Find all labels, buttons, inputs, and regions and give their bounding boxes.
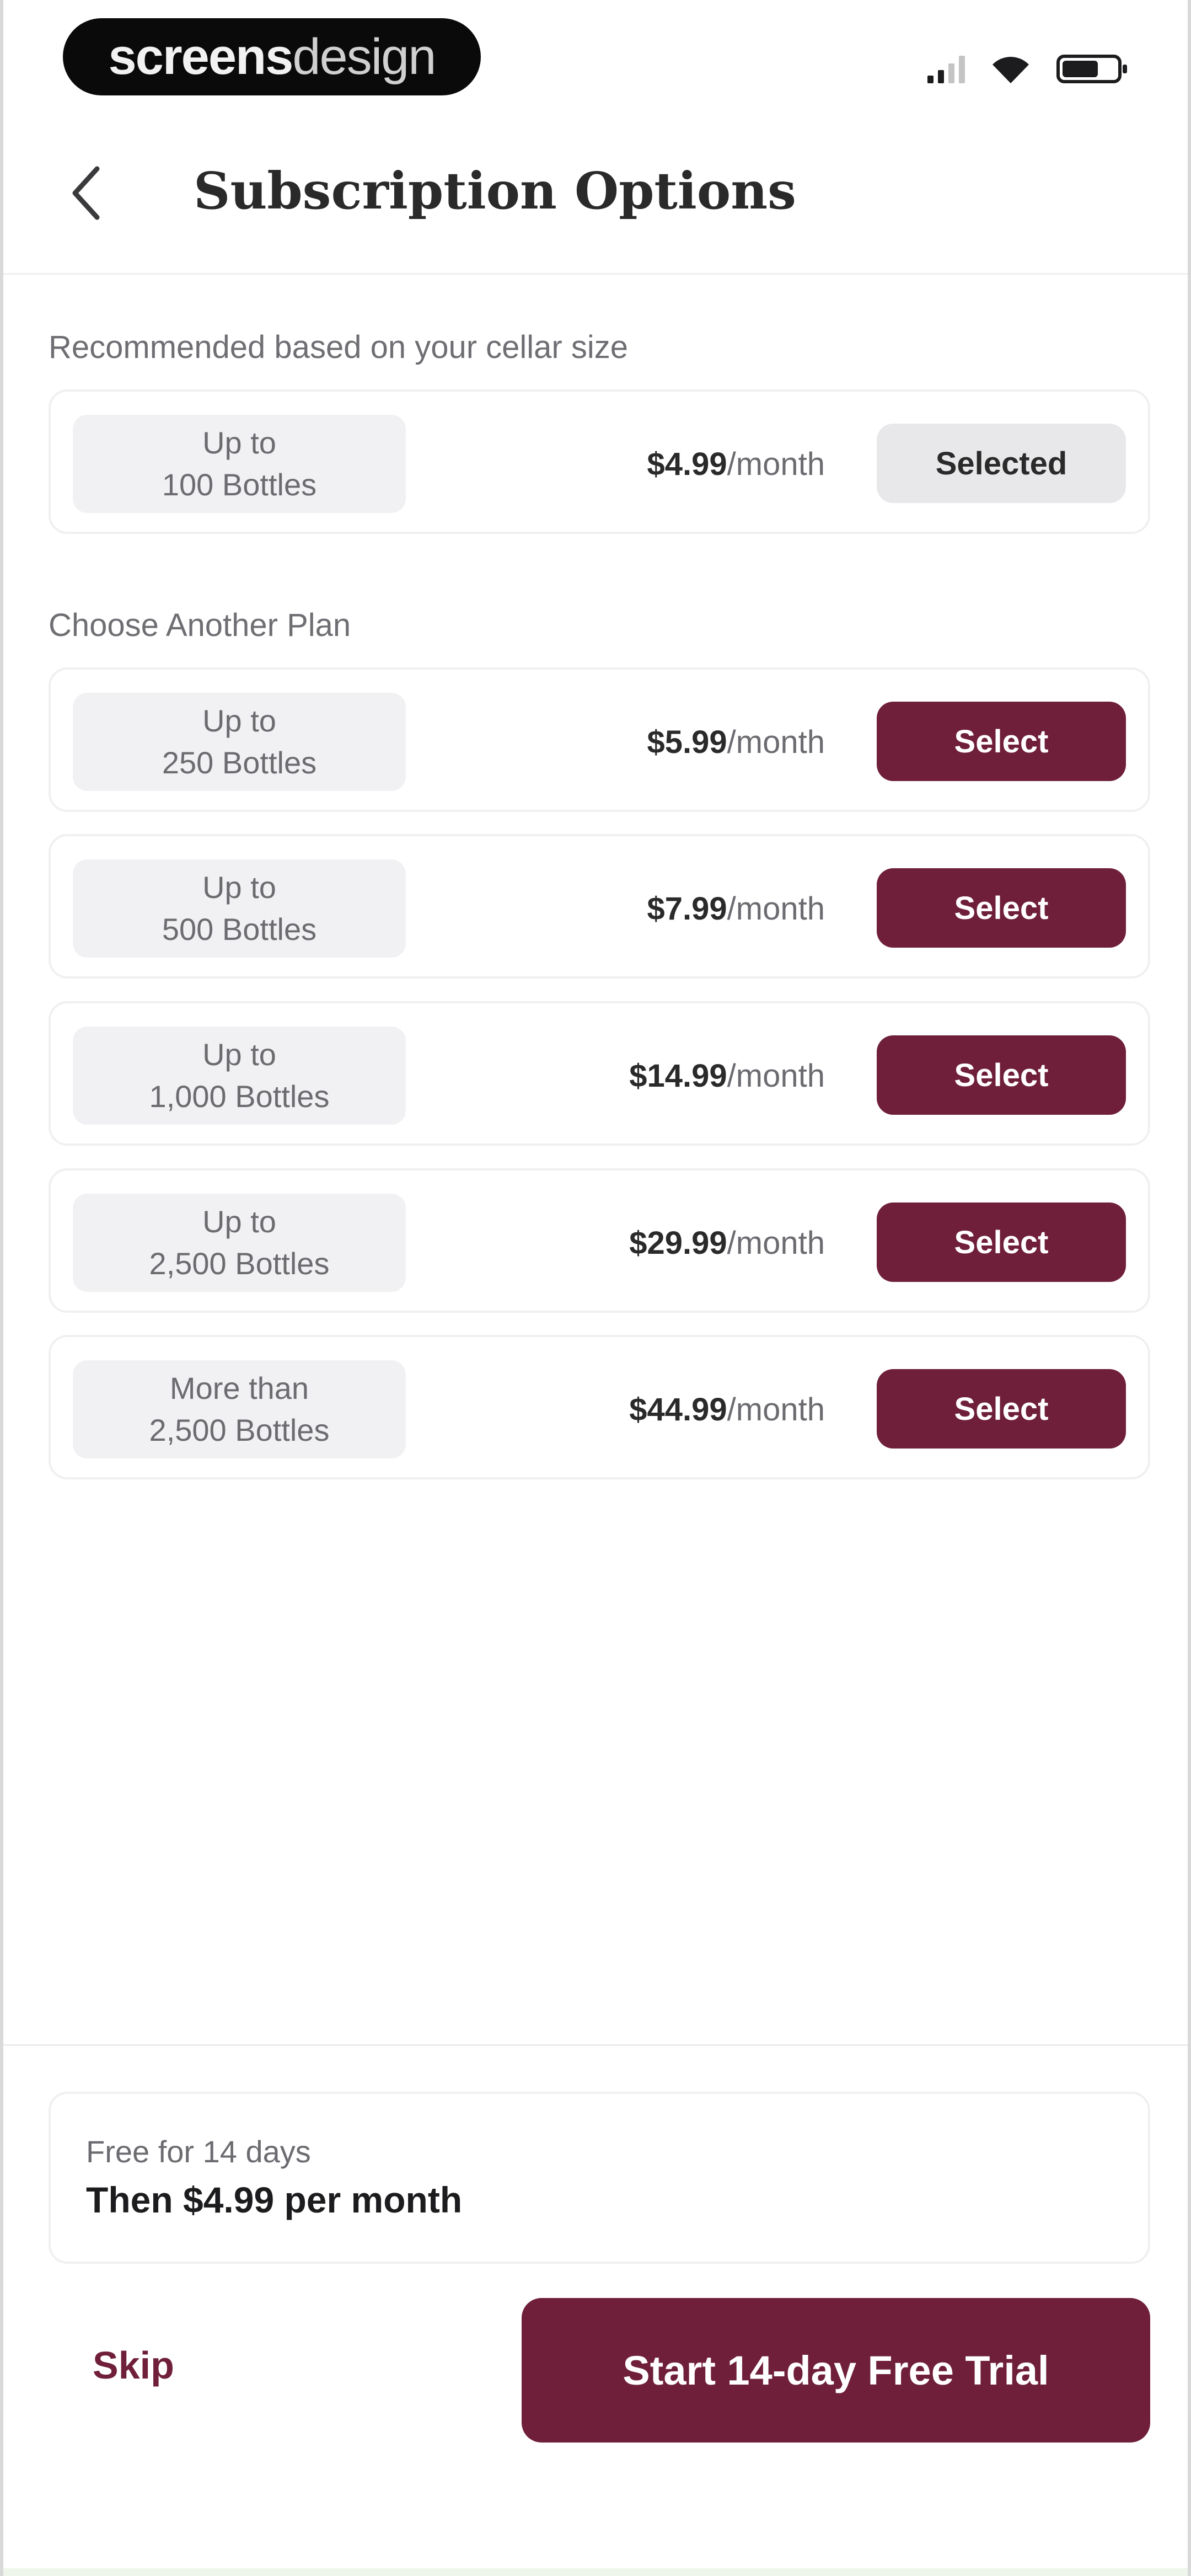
- skip-link[interactable]: Skip: [93, 2343, 174, 2387]
- status-icons: [927, 50, 1127, 88]
- chevron-left-icon: [72, 166, 100, 220]
- plan-price-period: /month: [727, 890, 825, 927]
- back-button[interactable]: [58, 160, 114, 226]
- bottom-bar: [3, 2568, 1188, 2576]
- trial-price-line: Then $4.99 per month: [86, 2179, 463, 2220]
- brand-logo-bold: screens: [108, 28, 294, 85]
- plan-card: More than 2,500 Bottles $44.99/month Sel…: [49, 1335, 1150, 1479]
- plan-price-amount: $7.99: [647, 890, 727, 927]
- plan-card-recommended: Up to 100 Bottles $4.99/month Selected: [49, 389, 1150, 534]
- plan-tag-line1: Up to: [202, 703, 276, 739]
- select-button[interactable]: Select: [877, 1203, 1126, 1282]
- cellular-signal-icon: [927, 55, 965, 83]
- page-title: Subscription Options: [194, 161, 796, 221]
- plan-price-amount: $5.99: [647, 724, 727, 760]
- plan-price: $29.99/month: [629, 1171, 825, 1315]
- select-button[interactable]: Select: [877, 868, 1126, 948]
- brand-logo-light: design: [292, 28, 436, 85]
- plan-price: $44.99/month: [629, 1337, 825, 1482]
- plan-price-amount: $29.99: [629, 1225, 727, 1261]
- header-divider: [3, 273, 1188, 275]
- battery-icon: [1056, 55, 1127, 83]
- plan-card: Up to 500 Bottles $7.99/month Select: [49, 834, 1150, 979]
- plan-price-period: /month: [727, 1057, 825, 1094]
- plan-tag-line2: 100 Bottles: [162, 467, 317, 502]
- plan-tag-line1: Up to: [202, 1204, 276, 1239]
- select-button[interactable]: Select: [877, 1369, 1126, 1449]
- plan-tag: Up to 1,000 Bottles: [73, 1027, 406, 1125]
- plan-price-period: /month: [727, 1391, 825, 1428]
- wifi-icon: [993, 57, 1029, 83]
- plan-tag-line2: 2,500 Bottles: [149, 1246, 330, 1281]
- plan-tag: More than 2,500 Bottles: [73, 1360, 406, 1458]
- plan-tag: Up to 100 Bottles: [73, 415, 406, 513]
- trial-note: Free for 14 days: [86, 2134, 311, 2169]
- plan-price-amount: $14.99: [629, 1057, 727, 1094]
- plan-price-period: /month: [727, 1225, 825, 1261]
- plan-price-amount: $44.99: [629, 1391, 727, 1428]
- plan-price: $14.99/month: [629, 1003, 825, 1148]
- selected-button[interactable]: Selected: [877, 424, 1126, 503]
- plan-price: $5.99/month: [647, 670, 825, 814]
- plan-tag-line1: Up to: [202, 1037, 276, 1072]
- plan-tag-line2: 250 Bottles: [162, 745, 317, 780]
- plan-price: $4.99/month: [647, 392, 825, 536]
- choose-plan-label: Choose Another Plan: [49, 607, 351, 643]
- brand-logo-pill: screens design: [63, 18, 481, 95]
- app-screen: screens design Subscription Options Recom…: [0, 0, 1191, 2576]
- plan-price-period: /month: [727, 446, 825, 482]
- select-button[interactable]: Select: [877, 1035, 1126, 1115]
- plan-price-amount: $4.99: [647, 446, 727, 482]
- plan-tag-line2: 2,500 Bottles: [149, 1413, 330, 1447]
- footer-divider: [3, 2044, 1188, 2046]
- plan-tag: Up to 500 Bottles: [73, 859, 406, 958]
- plan-tag: Up to 250 Bottles: [73, 693, 406, 791]
- recommended-label: Recommended based on your cellar size: [49, 329, 628, 365]
- plan-card: Up to 1,000 Bottles $14.99/month Select: [49, 1001, 1150, 1146]
- plan-tag-line1: Up to: [202, 425, 276, 461]
- plan-tag-line2: 500 Bottles: [162, 912, 317, 947]
- start-free-trial-button[interactable]: Start 14-day Free Trial: [522, 2298, 1150, 2443]
- plan-price: $7.99/month: [647, 836, 825, 981]
- trial-summary-card: Free for 14 days Then $4.99 per month: [49, 2092, 1150, 2264]
- plan-tag-line2: 1,000 Bottles: [149, 1079, 330, 1114]
- select-button[interactable]: Select: [877, 702, 1126, 781]
- plan-tag-line1: Up to: [202, 870, 276, 905]
- plan-price-period: /month: [727, 724, 825, 760]
- plan-tag: Up to 2,500 Bottles: [73, 1194, 406, 1292]
- plan-card: Up to 2,500 Bottles $29.99/month Select: [49, 1168, 1150, 1313]
- plan-tag-line1: More than: [169, 1371, 309, 1406]
- plan-card: Up to 250 Bottles $5.99/month Select: [49, 667, 1150, 812]
